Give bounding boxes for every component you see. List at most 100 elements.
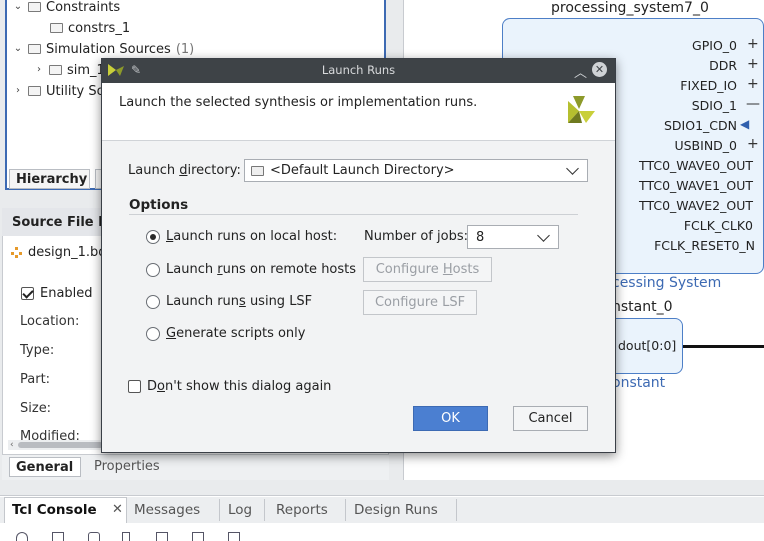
ps-instance-title: processing_system7_0 [551,0,709,16]
tree-item-label: Simulation Sources [46,41,171,57]
chevron-down-icon[interactable]: ⌄ [13,44,23,54]
close-icon[interactable]: ✕ [112,502,123,517]
jobs-value: 8 [476,229,485,245]
jobs-select[interactable]: 8 [467,225,559,249]
search-icon[interactable] [16,532,28,541]
port-fclk-reset0-n[interactable]: FCLK_RESET0_N [654,238,755,253]
input-arrow-icon: ◀ [740,117,750,131]
close-icon[interactable]: ✕ [592,62,607,77]
option-lsf[interactable]: Launch runs using LSF [146,294,312,309]
tab-general[interactable]: General [9,457,81,477]
chevron-down-icon[interactable] [566,162,579,175]
tree-item-constrs-1[interactable]: constrs_1 [50,18,130,38]
configure-hosts-button[interactable]: Configure Hosts [363,257,492,282]
tree-item-utility-sources[interactable]: › Utility So [13,81,105,101]
local-host-label: Launch runs on local host: [166,229,338,244]
tree-item-label: constrs_1 [68,20,131,36]
tab-messages[interactable]: Messages [134,502,200,518]
type-label: Type: [20,343,55,358]
dont-show-again-checkbox[interactable] [128,380,141,393]
enabled-row[interactable]: Enabled [21,286,93,301]
scrollbar-thumb[interactable] [18,442,103,448]
lsf-radio[interactable] [146,294,160,309]
port-sdio-1[interactable]: SDIO_1 [692,98,737,113]
expand-plus-icon[interactable]: + [747,76,759,92]
tree-item-count: (1) [175,41,195,57]
tree-item-constraints[interactable]: ⌄ Constraints [13,0,120,17]
chevron-right-icon[interactable]: › [13,86,23,96]
scripts-only-label: Generate scripts only [166,326,306,341]
folder-icon [28,44,41,54]
constant-block-caption: onstant [612,375,666,391]
tab-log[interactable]: Log [228,502,252,518]
remote-hosts-radio[interactable] [146,262,160,277]
expand-plus-icon[interactable]: + [747,36,759,52]
tab-hierarchy[interactable]: Hierarchy [9,169,90,189]
source-file-name: design_1.bd [10,245,107,260]
options-divider [129,214,578,215]
scroll-top-icon[interactable] [88,532,100,541]
dialog-header [102,83,615,141]
scripts-only-radio[interactable] [146,326,160,341]
constant-instance-title: nstant_0 [612,299,673,315]
collapse-all-icon[interactable] [52,532,64,541]
scroll-left-icon[interactable]: ‹ [10,440,14,450]
port-ddr[interactable]: DDR [709,58,737,73]
port-fclk-clk0[interactable]: FCLK_CLK0 [684,218,753,233]
copy-icon[interactable] [156,532,168,541]
tab-reports[interactable]: Reports [276,502,328,518]
jobs-label: Number of jobs: [364,229,468,244]
vivado-logo-icon [568,96,595,123]
chevron-down-icon[interactable]: ⌄ [13,2,23,12]
expand-plus-icon[interactable]: + [747,136,759,152]
port-ttc0-wave1-out[interactable]: TTC0_WAVE1_OUT [639,178,753,193]
port-usbind-0[interactable]: USBIND_0 [674,138,737,153]
minimize-icon[interactable]: ︿ [574,62,587,81]
chevron-right-icon[interactable]: › [34,65,44,75]
configure-lsf-button[interactable]: Configure LSF [363,290,477,315]
expand-plus-icon[interactable]: + [747,56,759,72]
tab-separator [345,499,346,521]
port-gpio-0[interactable]: GPIO_0 [692,38,737,53]
port-fixed-io[interactable]: FIXED_IO [680,78,737,93]
option-local-host[interactable]: Launch runs on local host: [146,229,337,244]
tab-separator [264,499,265,521]
table-icon[interactable] [192,532,204,541]
launch-directory-value: <Default Launch Directory> [270,163,455,178]
local-host-radio[interactable] [146,229,160,244]
dont-show-again-label: Don't show this dialog again [147,379,332,394]
options-section-title: Options [129,197,189,213]
net-wire[interactable] [683,345,764,348]
port-sdio1-cdn[interactable]: SDIO1_CDN [664,118,737,133]
tree-item-simulation-sources[interactable]: ⌄ Simulation Sources (1) [13,39,194,59]
option-scripts-only[interactable]: Generate scripts only [146,326,305,341]
port-ttc0-wave0-out[interactable]: TTC0_WAVE0_OUT [639,158,753,173]
folder-icon [49,65,62,75]
enabled-label: Enabled [40,286,93,301]
part-label: Part: [20,372,51,387]
port-ttc0-wave2-out[interactable]: TTC0_WAVE2_OUT [639,198,753,213]
option-remote-hosts[interactable]: Launch runs on remote hosts [146,262,356,277]
dont-show-again-row[interactable]: Don't show this dialog again [128,379,331,394]
tree-item-sim-1[interactable]: › sim_1 [34,60,105,80]
port-dout[interactable]: dout[0:0] [618,338,676,353]
tab-design-runs[interactable]: Design Runs [354,502,438,518]
ps-block-caption: cessing System [612,275,722,291]
remote-hosts-label: Launch runs on remote hosts [166,262,357,277]
pause-icon[interactable] [122,532,130,541]
block-design-icon [11,247,22,258]
file-name-label: design_1.bd [28,245,107,260]
enabled-checkbox[interactable] [21,287,34,300]
chevron-down-icon[interactable] [537,228,550,242]
tree-item-label: sim_1 [67,62,105,78]
tab-properties[interactable]: Properties [94,459,160,474]
tab-tcl-console[interactable]: Tcl Console [12,502,97,518]
folder-icon [28,2,41,12]
location-label: Location: [20,314,80,329]
delete-icon[interactable] [228,532,240,541]
collapse-line-icon[interactable]: — [746,96,760,112]
ok-button[interactable]: OK [413,406,488,431]
cancel-button[interactable]: Cancel [513,406,588,431]
folder-icon [251,165,264,176]
launch-directory-combo[interactable]: <Default Launch Directory> [244,159,588,182]
